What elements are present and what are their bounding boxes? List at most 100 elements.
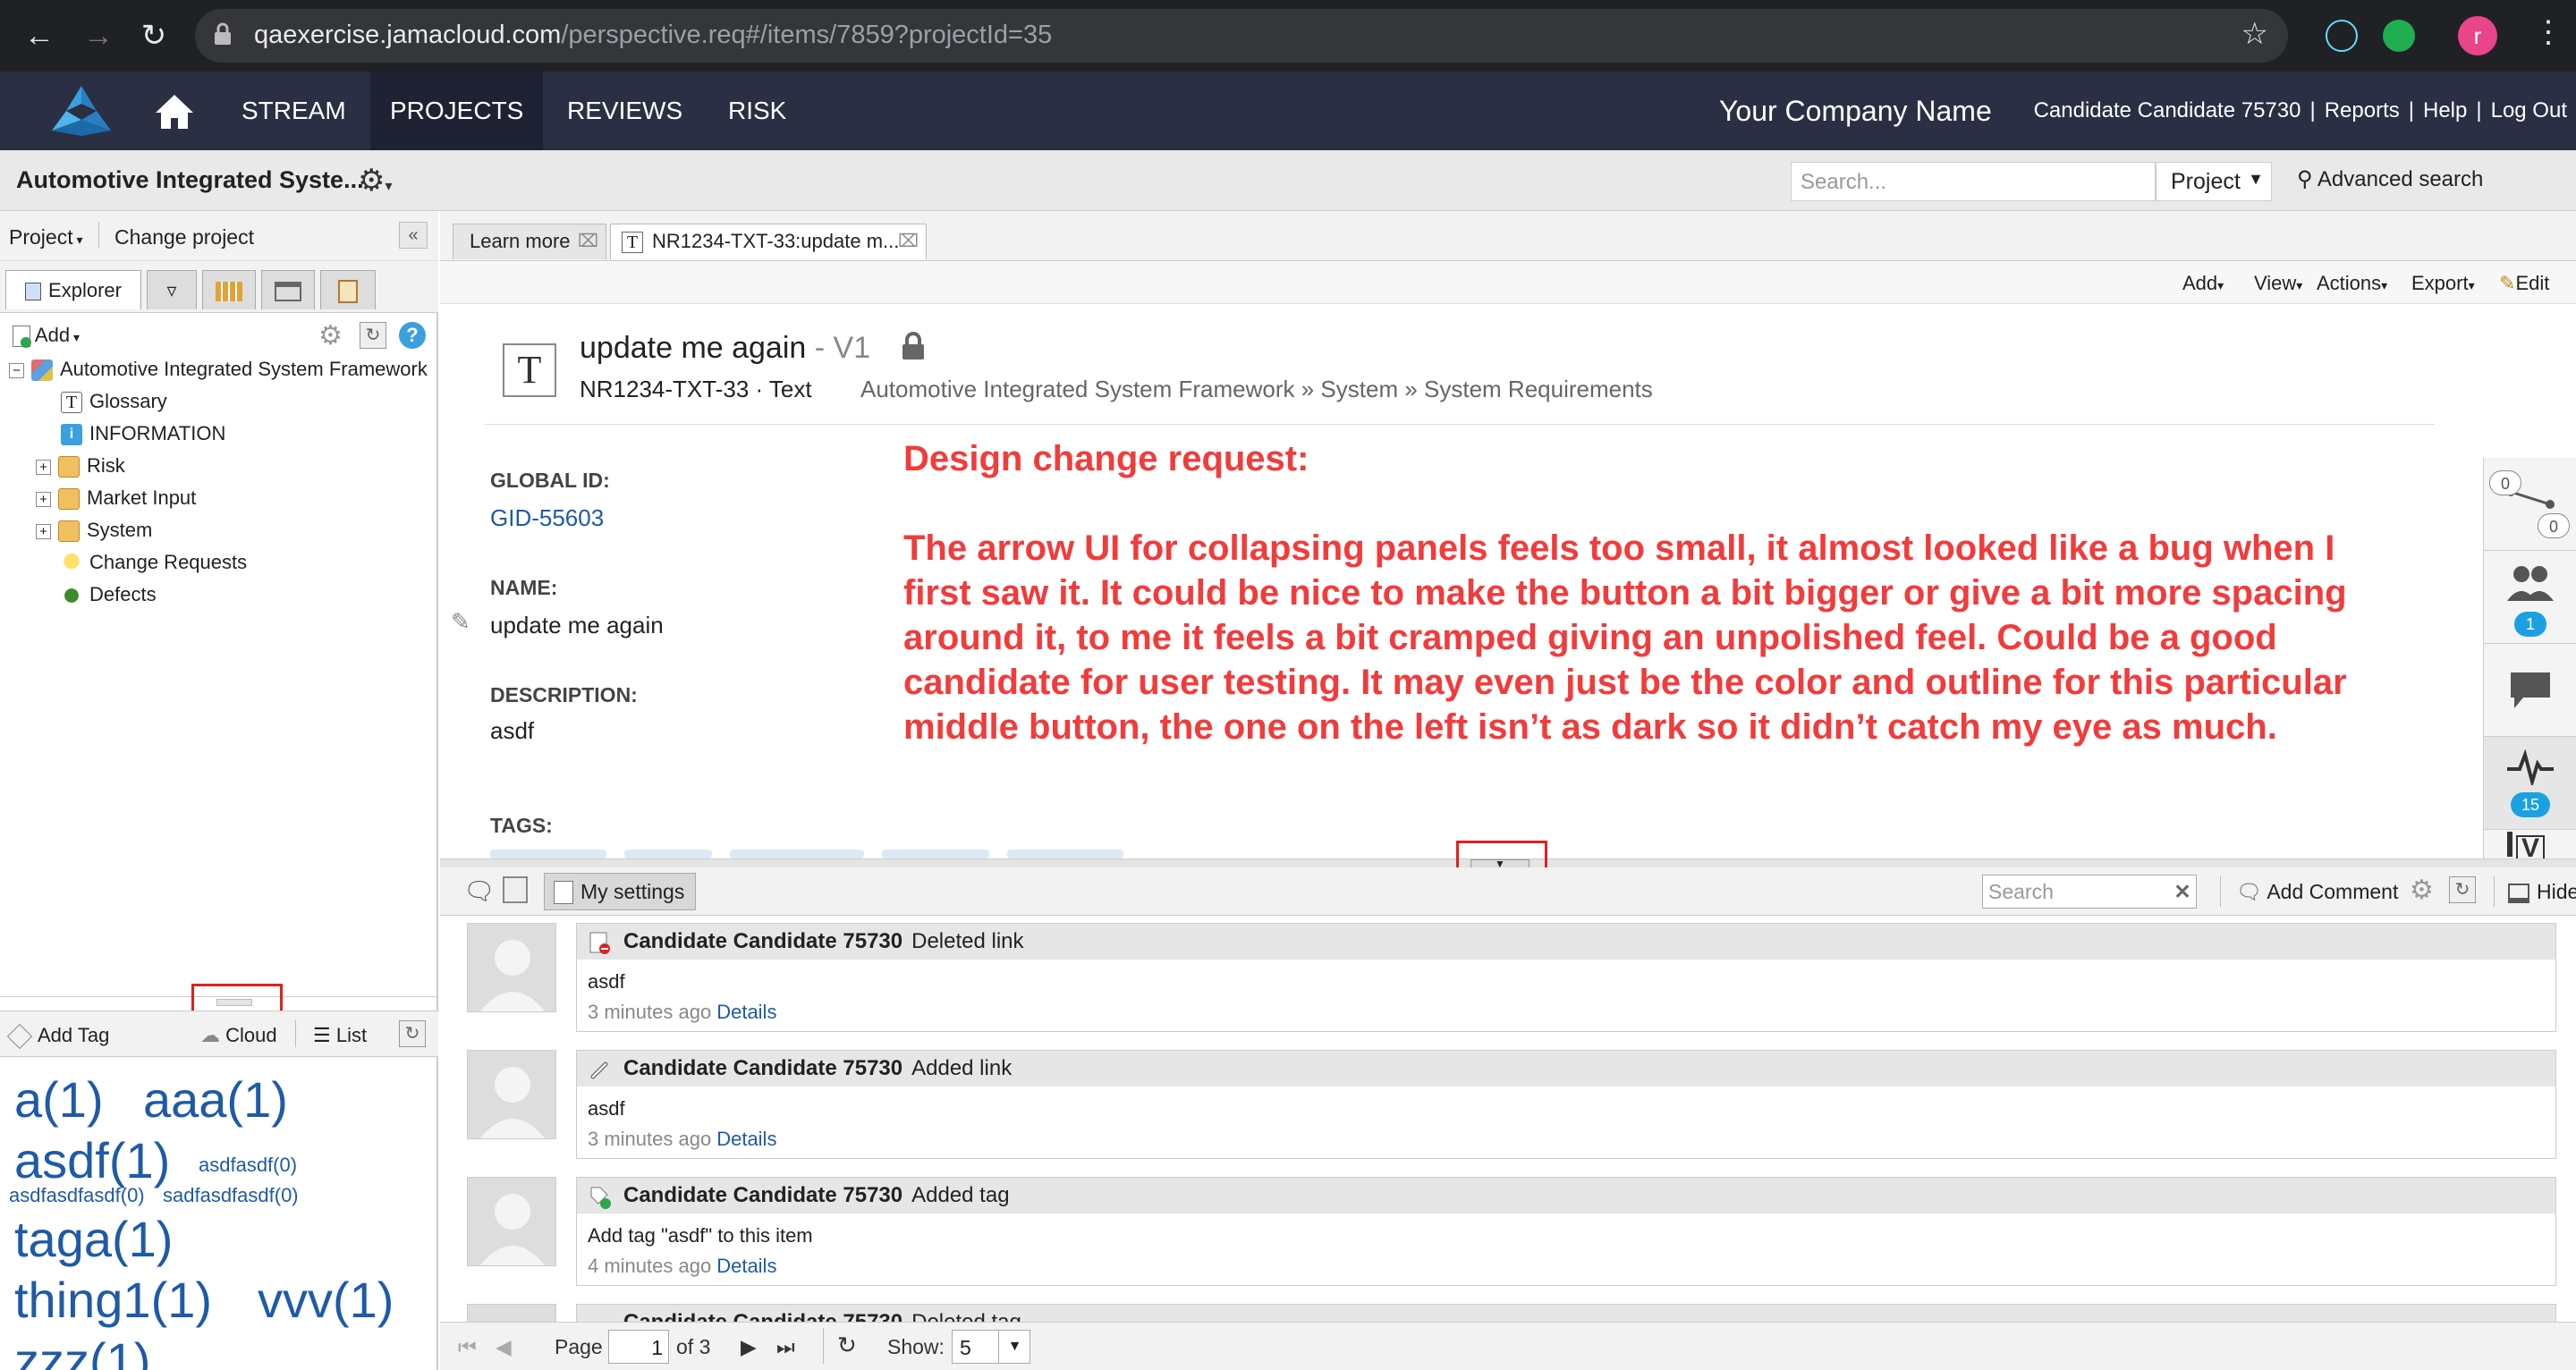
collapse-panel-button[interactable]: «	[399, 222, 428, 249]
versions-button[interactable]: V	[2484, 830, 2576, 862]
comments-button[interactable]	[2484, 644, 2576, 737]
my-settings-button[interactable]: My settings	[544, 873, 697, 910]
tag-link[interactable]: asdfasdfasdf(0)	[9, 1186, 145, 1205]
tag-link[interactable]: thing1(1)	[14, 1275, 212, 1325]
export-menu[interactable]: Export▾	[2411, 272, 2475, 295]
clear-search-icon[interactable]: ✕	[2168, 875, 2197, 909]
search-input[interactable]: Search...	[1791, 162, 2156, 201]
pencil-icon[interactable]: ✎	[451, 608, 470, 636]
refresh-icon[interactable]: ↻	[837, 1332, 857, 1359]
settings-icon[interactable]: ⚙	[2410, 875, 2434, 906]
tab-window[interactable]	[261, 270, 315, 309]
refresh-icon[interactable]: ↻	[2449, 876, 2476, 903]
stream-user[interactable]: Candidate Candidate 75730	[623, 1310, 902, 1322]
gear-icon[interactable]: ⚙▾	[358, 163, 393, 199]
tree-item-system[interactable]: + System	[36, 515, 152, 545]
green-extension-icon[interactable]	[2383, 20, 2415, 52]
breadcrumb[interactable]: Automotive Integrated System Framework »…	[860, 376, 1653, 403]
caret-down-icon[interactable]: ▼	[998, 1330, 1030, 1364]
tab-clipboard[interactable]	[320, 270, 376, 309]
expand-icon[interactable]: +	[36, 523, 51, 539]
first-page-icon[interactable]: ⏮	[458, 1335, 477, 1359]
copy-icon[interactable]	[503, 876, 528, 903]
react-extension-icon[interactable]	[2326, 20, 2358, 52]
expand-icon[interactable]: +	[36, 491, 51, 507]
reload-icon[interactable]: ↻	[131, 13, 177, 59]
reports-link[interactable]: Reports	[2325, 98, 2400, 123]
tag-chip[interactable]	[730, 850, 864, 858]
tab-item[interactable]: T NR1234-TXT-33:update m... ⌧	[610, 224, 927, 259]
tree-item-risk[interactable]: + Risk	[36, 451, 125, 481]
profile-avatar[interactable]: r	[2458, 16, 2497, 55]
users-button[interactable]: 1	[2484, 551, 2576, 644]
stream-user[interactable]: Candidate Candidate 75730	[623, 929, 902, 953]
tag-link[interactable]: vvv(1)	[258, 1275, 394, 1325]
settings-icon[interactable]: ⚙	[318, 320, 343, 351]
tree-item-glossary[interactable]: T Glossary	[61, 386, 167, 417]
tag-chip[interactable]	[490, 850, 606, 858]
add-tag-button[interactable]: Add Tag	[6, 1024, 109, 1050]
advanced-search-link[interactable]: ⚲ Advanced search	[2297, 166, 2483, 192]
tag-link[interactable]: asdfasdf(0)	[199, 1155, 297, 1175]
tag-chip[interactable]	[624, 850, 712, 858]
home-icon[interactable]	[154, 91, 195, 132]
tag-link[interactable]: sadfasdfasdf(0)	[163, 1186, 299, 1205]
close-icon[interactable]: ⌧	[898, 224, 919, 258]
tag-link[interactable]: zzz(1)	[14, 1336, 150, 1370]
tree-item-project[interactable]: − Automotive Integrated System Framework	[9, 354, 428, 385]
prev-page-icon[interactable]: ◀	[496, 1335, 512, 1359]
lock-icon[interactable]	[900, 331, 927, 361]
edit-button[interactable]: ✎Edit	[2499, 272, 2549, 295]
actions-menu[interactable]: Actions▾	[2317, 272, 2387, 295]
tag-link[interactable]: aaa(1)	[143, 1075, 288, 1125]
last-page-icon[interactable]: ⏭	[776, 1335, 795, 1359]
view-menu[interactable]: View▾	[2254, 272, 2302, 295]
tree-item-defects[interactable]: Defects	[61, 579, 157, 610]
nav-projects[interactable]: PROJECTS	[370, 72, 544, 150]
forward-icon[interactable]: →	[75, 13, 122, 59]
nav-stream[interactable]: STREAM	[222, 72, 366, 150]
stream-search-input[interactable]: Search	[1982, 875, 2197, 909]
tree-item-market-input[interactable]: + Market Input	[36, 483, 196, 513]
add-menu[interactable]: Add▾	[2182, 272, 2224, 295]
expand-icon[interactable]: +	[36, 459, 51, 475]
collapse-icon[interactable]: −	[9, 362, 24, 378]
details-link[interactable]: Details	[716, 1128, 776, 1150]
search-scope-select[interactable]: Project ▼	[2156, 162, 2272, 201]
help-link[interactable]: Help	[2423, 98, 2467, 123]
tree-item-information[interactable]: i INFORMATION	[61, 419, 225, 449]
global-id-link[interactable]: GID-55603	[490, 504, 604, 532]
hide-button[interactable]: Hide	[2508, 880, 2576, 904]
tab-learn-more[interactable]: Learn more ⌧	[453, 224, 606, 259]
refresh-icon[interactable]: ↻	[360, 322, 386, 349]
details-link[interactable]: Details	[716, 1001, 776, 1023]
nav-reviews[interactable]: REVIEWS	[547, 72, 702, 150]
comment-icon[interactable]: 🗨	[463, 876, 496, 906]
tree-item-change-requests[interactable]: Change Requests	[61, 547, 247, 578]
close-icon[interactable]: ⌧	[578, 224, 598, 258]
tab-grid[interactable]	[202, 270, 256, 309]
address-bar[interactable]: qaexercise.jamacloud.com/perspective.req…	[195, 9, 2288, 63]
stream-user[interactable]: Candidate Candidate 75730	[623, 1183, 902, 1207]
stream-user[interactable]: Candidate Candidate 75730	[623, 1056, 902, 1080]
browser-menu-icon[interactable]: ⋮	[2533, 14, 2563, 50]
add-button[interactable]: Add ▾	[13, 324, 80, 349]
tag-link[interactable]: taga(1)	[14, 1214, 173, 1264]
help-icon[interactable]: ?	[399, 322, 426, 349]
back-icon[interactable]: ←	[16, 13, 63, 59]
relationships-button[interactable]: 0 0	[2484, 458, 2576, 551]
bookmark-star-icon[interactable]: ☆	[2241, 16, 2268, 52]
details-link[interactable]: Details	[716, 1255, 776, 1277]
tag-chip[interactable]	[1007, 850, 1123, 858]
tag-link[interactable]: asdf(1)	[14, 1136, 170, 1186]
cloud-view-button[interactable]: ☁ Cloud	[200, 1024, 277, 1047]
tag-chip[interactable]	[882, 850, 989, 858]
nav-risk[interactable]: RISK	[708, 72, 806, 150]
list-view-button[interactable]: ☰ List	[313, 1024, 367, 1047]
refresh-icon[interactable]: ↻	[399, 1020, 426, 1047]
activity-button[interactable]: 15	[2484, 737, 2576, 830]
project-menu[interactable]: Project ▾	[9, 225, 83, 249]
page-input[interactable]: 1	[608, 1330, 669, 1364]
change-project-link[interactable]: Change project	[114, 225, 254, 249]
logout-link[interactable]: Log Out	[2491, 98, 2567, 123]
